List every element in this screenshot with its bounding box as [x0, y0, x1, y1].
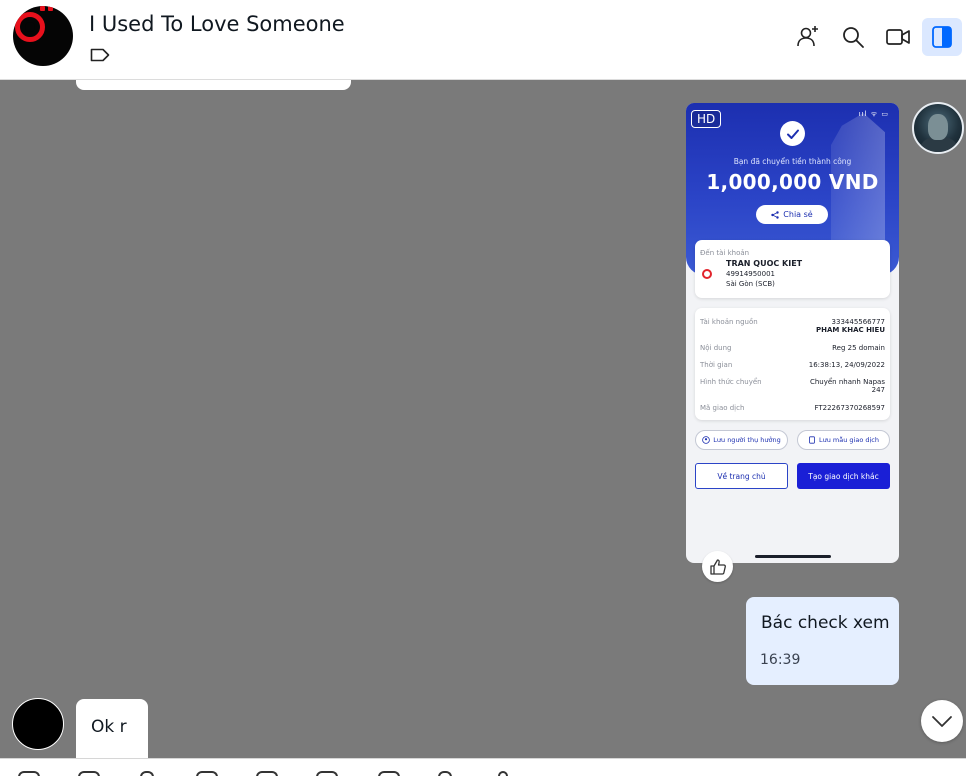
new-transaction-button: Tạo giao dịch khác [797, 463, 890, 489]
avatar-ring [15, 12, 45, 42]
composer-toolbar [0, 758, 966, 776]
detail-row: Tài khoản nguồn 333445566777 PHAM KHAC HI… [700, 318, 885, 334]
video-call-icon [886, 29, 910, 45]
message-text: Bác check xem [761, 613, 890, 633]
user-circle-icon [702, 436, 711, 444]
reply-sender-avatar[interactable] [12, 698, 64, 750]
sender-avatar[interactable] [912, 102, 964, 154]
image-message[interactable]: HD ııl ᯤ ▭ Bạn đã chuyển tiền thành công… [686, 103, 899, 563]
quick-message-icon[interactable] [438, 771, 452, 776]
reaction-button[interactable] [702, 551, 733, 582]
task-icon[interactable] [378, 771, 400, 776]
image-icon[interactable] [78, 771, 100, 776]
chat-title[interactable]: I Used To Love Someone [89, 12, 345, 36]
recipient-bank: Sài Gòn (SCB) [726, 280, 775, 288]
transfer-amount: 1,000,000 VND [706, 170, 879, 194]
to-account-label: Đến tài khoản [700, 249, 750, 257]
share-icon [771, 210, 779, 219]
scroll-to-bottom-button[interactable] [921, 700, 963, 742]
add-member-button[interactable] [791, 20, 825, 54]
avatar-decoration [40, 6, 54, 11]
search-icon [843, 27, 864, 48]
tag-icon[interactable] [90, 48, 110, 62]
detail-row: Mã giao dịch FT22267370268597 [700, 404, 885, 412]
avatar-face [928, 114, 948, 140]
success-text: Bạn đã chuyển tiền thành công [733, 157, 852, 166]
recipient-account: 49914950001 [726, 270, 775, 278]
search-button[interactable] [836, 20, 870, 54]
save-template-pill: Lưu mẫu giao dịch [797, 430, 890, 450]
check-icon [786, 129, 799, 139]
hd-badge: HD [691, 110, 722, 128]
recipient-name: TRAN QUOC KIET [726, 259, 803, 268]
sidebar-toggle-icon [932, 26, 952, 48]
reply-message-bubble[interactable]: Ok r [76, 699, 148, 759]
success-check [780, 121, 805, 146]
video-call-button[interactable] [881, 20, 915, 54]
format-icon[interactable] [316, 771, 338, 776]
my-message-bubble[interactable]: Bác check xem 16:39 [746, 597, 899, 685]
save-recipient-pill: Lưu người thụ hưởng [695, 430, 788, 450]
message-time: 16:39 [760, 652, 801, 668]
sticker-icon[interactable] [18, 771, 40, 776]
card-icon[interactable] [256, 771, 278, 776]
group-avatar[interactable] [13, 6, 73, 66]
share-button: Chia sẻ [756, 205, 828, 224]
attach-icon[interactable] [140, 771, 154, 776]
phone-status-bar: ııl ᯤ ▭ [858, 110, 889, 118]
document-icon [809, 436, 815, 444]
chat-header: I Used To Love Someone [0, 0, 966, 80]
chevron-down-icon [932, 716, 952, 727]
phone-home-indicator [755, 555, 831, 558]
detail-row: Hình thức chuyển Chuyển nhanh Napas 247 [700, 378, 885, 394]
thumbs-up-icon [709, 558, 726, 575]
add-member-icon [797, 26, 818, 47]
message-text: Ok r [91, 717, 127, 737]
share-label: Chia sẻ [783, 210, 813, 219]
sidebar-toggle-button[interactable] [922, 18, 962, 56]
detail-row: Nội dung Reg 25 domain [700, 344, 885, 352]
recipient-card: Đến tài khoản TRAN QUOC KIET 49914950001… [695, 240, 890, 298]
previous-message-bubble[interactable] [76, 80, 351, 90]
bank-logo-icon [702, 269, 712, 279]
home-button: Về trang chủ [695, 463, 788, 489]
screenshot-icon[interactable] [196, 771, 218, 776]
more-icon[interactable] [498, 771, 508, 776]
detail-row: Thời gian 16:38:13, 24/09/2022 [700, 361, 885, 369]
transaction-details-card: Tài khoản nguồn 333445566777 PHAM KHAC HI… [695, 308, 890, 420]
